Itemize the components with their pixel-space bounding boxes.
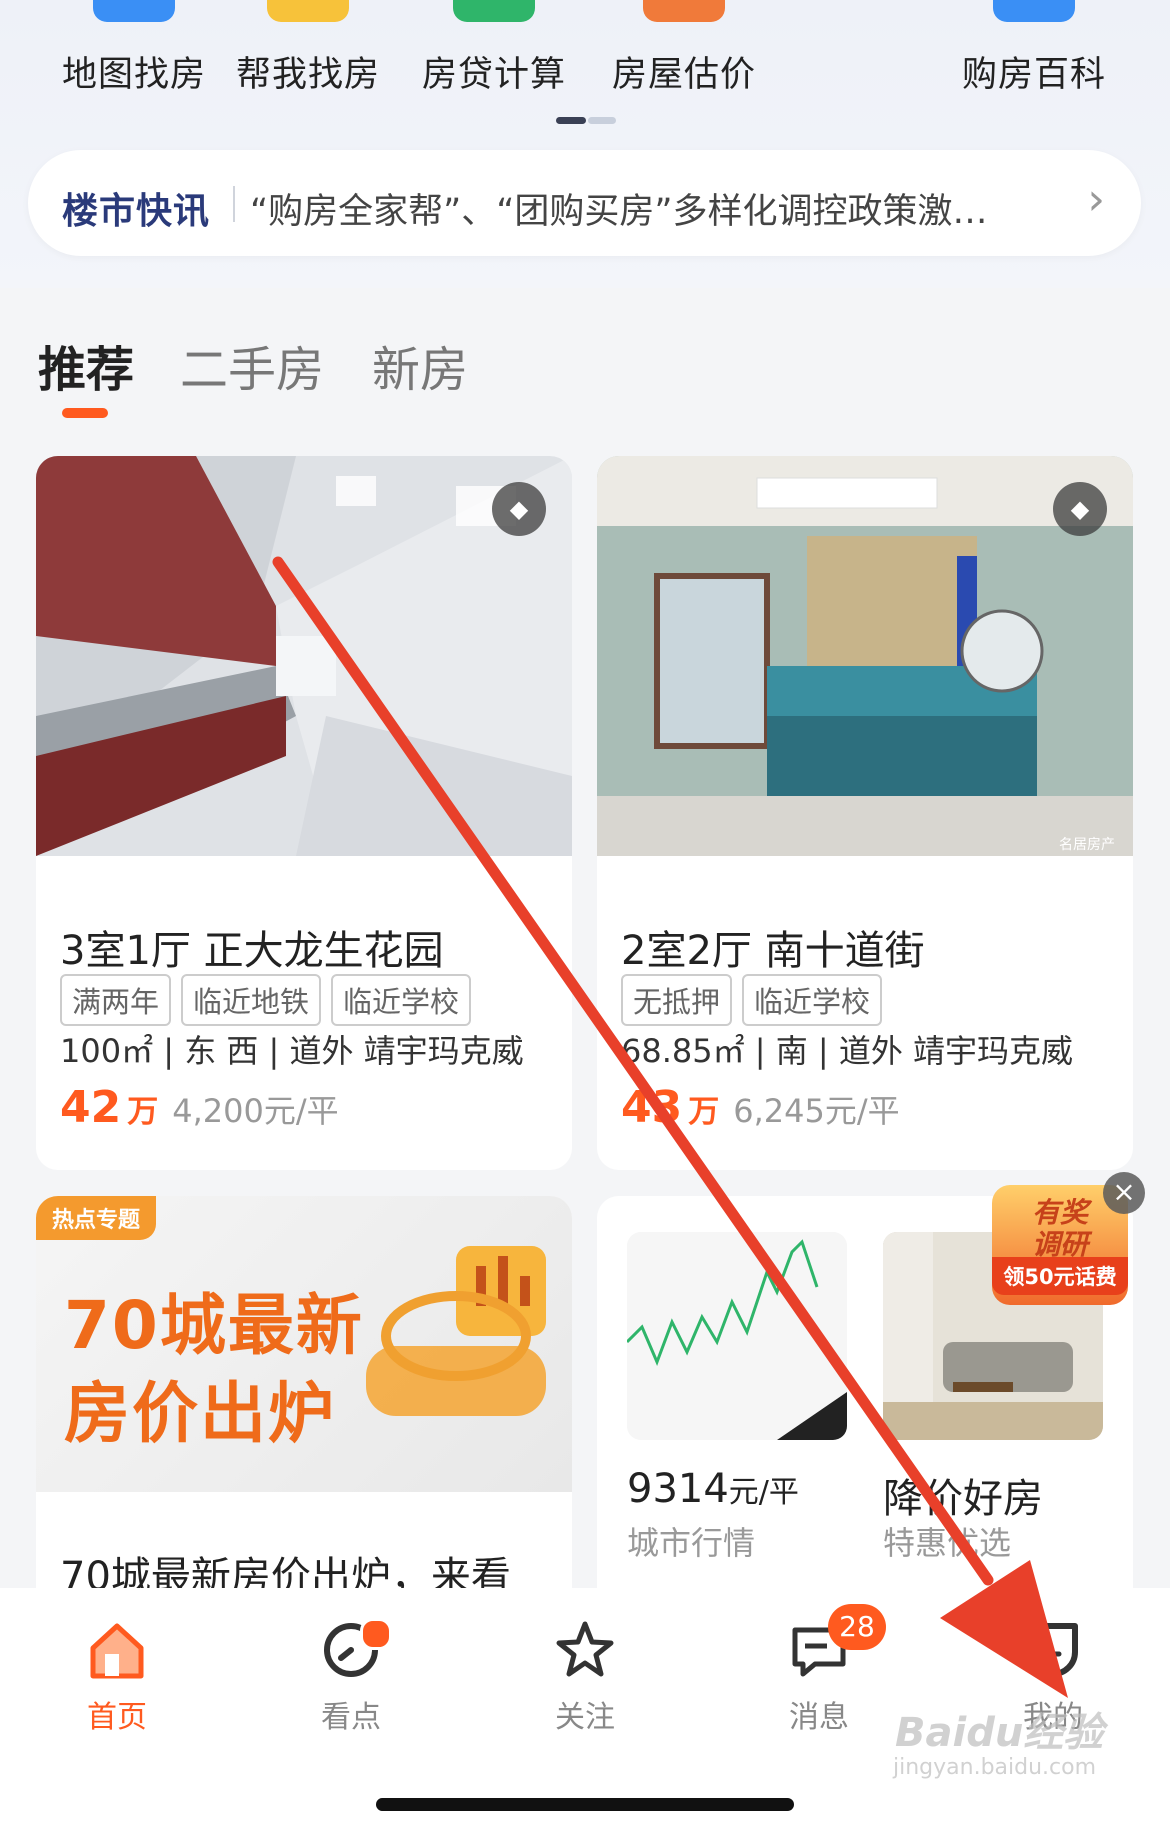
listing-info: 100㎡ | 东 西 | 道外 靖宇玛克威 xyxy=(60,1032,524,1070)
news-tag: 楼市快讯 xyxy=(62,191,211,232)
tab-new-house[interactable]: 新房 xyxy=(372,330,468,400)
nav-label: 看点 xyxy=(321,1700,381,1735)
photo-watermark: 名居房产 xyxy=(1059,837,1115,853)
active-tab-indicator xyxy=(62,408,108,418)
listing-info: 68.85㎡ | 南 | 道外 靖宇玛克威 xyxy=(621,1032,1074,1070)
valuation-icon xyxy=(643,0,725,22)
nav-item-follow[interactable]: 关注 xyxy=(510,1618,660,1736)
shortcut-valuation[interactable]: 房屋估价 xyxy=(594,0,774,97)
shortcut-label: 地图找房 xyxy=(61,55,206,95)
news-headline[interactable]: “购房全家帮”、“团购买房”多样化调控政策激… xyxy=(250,183,1050,234)
listing-card[interactable]: ◆ 3室1厅 正大龙生花园 满两年 临近地铁 临近学校 100㎡ | 东 西 | 道… xyxy=(36,456,572,1170)
price-per-sqm: 4,200元/平 xyxy=(172,1092,339,1130)
map-icon xyxy=(93,0,175,22)
tag: 无抵押 xyxy=(621,974,733,1026)
nav-item-messages[interactable]: 28 消息 xyxy=(744,1604,894,1736)
tag: 临近学校 xyxy=(742,974,883,1026)
shortcut-pager xyxy=(556,117,616,124)
news-ticker[interactable]: 楼市快讯 “购房全家帮”、“团购买房”多样化调控政策激… › xyxy=(28,150,1141,256)
listing-title: 2室2厅 南十道街 xyxy=(621,928,925,974)
chevron-right-icon: › xyxy=(1087,174,1105,225)
price-unit: 万 xyxy=(688,1094,720,1130)
deal-subtitle: 特惠优选 xyxy=(883,1524,1012,1562)
vr-view-icon[interactable]: ◆ xyxy=(492,482,546,536)
listing-photo[interactable]: 名居房产 ◆ xyxy=(597,456,1133,856)
market-unit: 元/平 xyxy=(728,1475,799,1510)
shortcut-find-house[interactable]: 帮我找房 xyxy=(218,0,398,97)
price-value: 43 xyxy=(621,1082,683,1133)
listing-title: 3室1厅 正大龙生花园 xyxy=(60,928,444,974)
discover-icon xyxy=(276,1618,426,1682)
tag: 临近地铁 xyxy=(181,974,322,1026)
nav-label: 首页 xyxy=(87,1700,147,1735)
watermark-logo: Baidu经验 xyxy=(895,1710,1104,1756)
topic-banner: 热点专题 70城最新 房价出炉 xyxy=(36,1196,572,1492)
promo-cta: 领50元话费 xyxy=(992,1257,1128,1295)
shortcut-encyclopedia[interactable]: 购房百科 xyxy=(944,0,1124,97)
listing-price: 43 万 6,245元/平 xyxy=(621,1082,900,1133)
listing-price: 42 万 4,200元/平 xyxy=(60,1082,339,1133)
pager-dot-active xyxy=(556,117,586,124)
message-icon: 28 xyxy=(744,1604,894,1682)
shortcut-label: 房屋估价 xyxy=(611,55,756,95)
listing-tags: 满两年 临近地铁 临近学校 xyxy=(60,974,481,1026)
market-trend-chart[interactable] xyxy=(627,1232,847,1440)
topic-headline: 房价出炉 xyxy=(64,1375,336,1452)
message-count-badge: 28 xyxy=(828,1604,886,1650)
calculator-icon xyxy=(453,0,535,22)
notification-dot xyxy=(360,1618,392,1650)
nav-label: 关注 xyxy=(555,1700,615,1735)
nav-item-discover[interactable]: 看点 xyxy=(276,1618,426,1736)
profile-icon xyxy=(978,1618,1128,1682)
shortcut-label: 购房百科 xyxy=(961,55,1106,95)
tab-recommend[interactable]: 推荐 xyxy=(38,330,134,400)
nav-item-home[interactable]: 首页 xyxy=(42,1618,192,1736)
home-icon xyxy=(42,1618,192,1682)
pager-dot xyxy=(588,117,616,124)
market-subtitle: 城市行情 xyxy=(627,1524,756,1562)
shortcut-mortgage-calc[interactable]: 房贷计算 xyxy=(404,0,584,97)
price-value: 42 xyxy=(60,1082,122,1133)
tag: 临近学校 xyxy=(331,974,472,1026)
nav-label: 消息 xyxy=(789,1700,849,1735)
book-icon xyxy=(993,0,1075,22)
divider xyxy=(233,186,235,222)
price-per-sqm: 6,245元/平 xyxy=(733,1092,900,1130)
close-icon[interactable]: × xyxy=(1103,1172,1145,1214)
feed-tabs xyxy=(0,288,1170,443)
hot-topic-tag: 热点专题 xyxy=(36,1196,157,1240)
listing-card[interactable]: 名居房产 ◆ 2室2厅 南十道街 无抵押 临近学校 68.85㎡ | 南 | 道外… xyxy=(597,456,1133,1170)
shortcut-map-search[interactable]: 地图找房 xyxy=(44,0,224,97)
topic-headline: 70城最新 xyxy=(64,1287,364,1364)
deal-title: 降价好房 xyxy=(883,1476,1043,1522)
shortcut-label: 房贷计算 xyxy=(421,55,566,95)
listing-photo[interactable]: ◆ xyxy=(36,456,572,856)
tab-second-hand[interactable]: 二手房 xyxy=(180,330,324,400)
tag: 满两年 xyxy=(60,974,172,1026)
price-unit: 万 xyxy=(127,1094,159,1130)
search-house-icon xyxy=(267,0,349,22)
home-indicator[interactable] xyxy=(376,1798,794,1811)
listing-tags: 无抵押 临近学校 xyxy=(621,974,892,1026)
star-icon xyxy=(510,1618,660,1682)
vr-view-icon[interactable]: ◆ xyxy=(1053,482,1107,536)
shortcut-label: 帮我找房 xyxy=(235,55,380,95)
watermark-url: jingyan.baidu.com xyxy=(893,1755,1097,1780)
topic-card[interactable]: 热点专题 70城最新 房价出炉 70城最新房价出炉，来看 xyxy=(36,1196,572,1616)
market-price: 9314元/平 xyxy=(627,1466,799,1512)
market-value: 9314 xyxy=(627,1466,729,1512)
